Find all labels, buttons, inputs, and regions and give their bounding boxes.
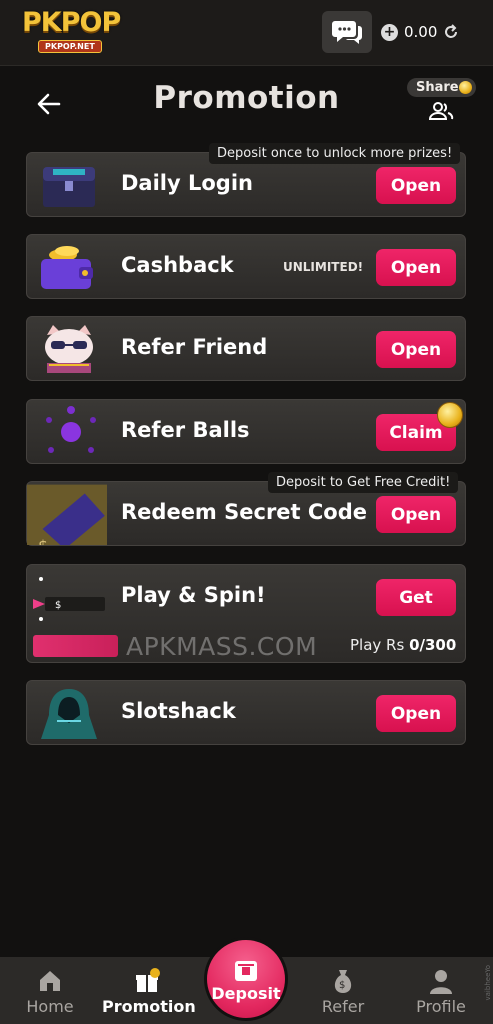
- play-value: 0/300: [409, 636, 457, 654]
- promo-tag: Deposit to Get Free Credit!: [268, 472, 459, 493]
- chat-bubbles-icon: [332, 21, 362, 44]
- refresh-icon[interactable]: [443, 24, 459, 40]
- nav-promotion-label: Promotion: [102, 997, 196, 1016]
- pkpop-logo[interactable]: PKPOP PKPOP.NET: [22, 8, 140, 56]
- money-bag-icon: $: [334, 970, 352, 993]
- logo-subtext: PKPOP.NET: [38, 40, 102, 53]
- person-icon: [430, 970, 452, 994]
- ticket-icon: $: [27, 484, 107, 545]
- deposit-label: Deposit: [211, 984, 281, 1003]
- chat-button[interactable]: [322, 11, 372, 53]
- side-label: vaibheeYo: [484, 965, 492, 1001]
- nav-home-label: Home: [26, 997, 74, 1016]
- share-button[interactable]: Share: [407, 78, 476, 97]
- promo-title: Play & Spin!: [121, 583, 266, 607]
- top-bar: PKPOP PKPOP.NET + 0.00: [0, 0, 493, 66]
- watermark: APKMASS.COM: [126, 632, 318, 661]
- coin-icon: [437, 402, 463, 428]
- promo-card-refer-balls[interactable]: Refer Balls Claim: [26, 399, 466, 464]
- svg-text:$: $: [339, 980, 345, 991]
- wallet-icon: [41, 246, 93, 289]
- open-button[interactable]: Open: [376, 695, 456, 732]
- svg-text:$: $: [38, 537, 48, 545]
- play-label: Play Rs: [350, 636, 410, 654]
- treasure-chest-icon: [43, 167, 95, 207]
- deposit-button[interactable]: Deposit: [204, 937, 288, 1021]
- dollar-label: $: [55, 600, 61, 611]
- logo-text: PKPOP: [22, 7, 121, 38]
- promo-card-refer-friend[interactable]: Refer Friend Open: [26, 316, 466, 381]
- promo-title: Daily Login: [121, 171, 253, 195]
- promo-card-redeem-code[interactable]: $ Redeem Secret Code Deposit to Get Free…: [26, 472, 466, 546]
- spin-slot-icon: $: [33, 577, 105, 621]
- promo-title: Redeem Secret Code: [121, 500, 368, 524]
- open-button[interactable]: Open: [376, 249, 456, 286]
- hooded-figure-icon: [41, 689, 97, 739]
- nav-home[interactable]: Home: [5, 957, 95, 1024]
- nav-refer-label: Refer: [321, 997, 365, 1016]
- get-button[interactable]: Get: [376, 579, 456, 616]
- nav-profile-label: Profile: [416, 997, 466, 1016]
- promo-tag: Deposit once to unlock more prizes!: [209, 143, 461, 164]
- deposit-card-icon: [235, 961, 257, 981]
- promo-title: Refer Balls: [121, 418, 250, 442]
- play-requirement: Play Rs 0/300: [350, 636, 456, 654]
- promo-card-cashback[interactable]: Cashback UNLIMITED! Open: [26, 234, 466, 299]
- open-button[interactable]: Open: [376, 496, 456, 533]
- promo-card-slotshack[interactable]: Slotshack Open: [26, 680, 466, 745]
- open-button[interactable]: Open: [376, 331, 456, 368]
- promo-title: Refer Friend: [121, 335, 268, 359]
- nav-refer[interactable]: $ Refer: [298, 957, 388, 1024]
- nav-profile[interactable]: Profile: [396, 957, 486, 1024]
- gift-icon: [136, 968, 160, 992]
- promo-title: Cashback: [121, 253, 234, 277]
- users-icon[interactable]: [428, 101, 454, 121]
- home-icon: [40, 971, 60, 991]
- promo-title: Slotshack: [121, 699, 236, 723]
- lucky-cat-icon: [45, 325, 93, 373]
- nav-promotion[interactable]: Promotion: [102, 957, 196, 1024]
- open-button[interactable]: Open: [376, 167, 456, 204]
- balance-display[interactable]: + 0.00: [381, 15, 476, 49]
- play-progress-bar: [33, 635, 118, 657]
- coin-icon: [459, 81, 472, 94]
- purple-ball-icon: [46, 406, 96, 453]
- balance-amount: 0.00: [404, 23, 438, 41]
- promo-card-daily-login[interactable]: Daily Login Deposit once to unlock more …: [26, 143, 466, 217]
- add-funds-icon[interactable]: +: [381, 23, 398, 41]
- share-label: Share: [416, 80, 459, 95]
- unlimited-badge: UNLIMITED!: [283, 260, 364, 274]
